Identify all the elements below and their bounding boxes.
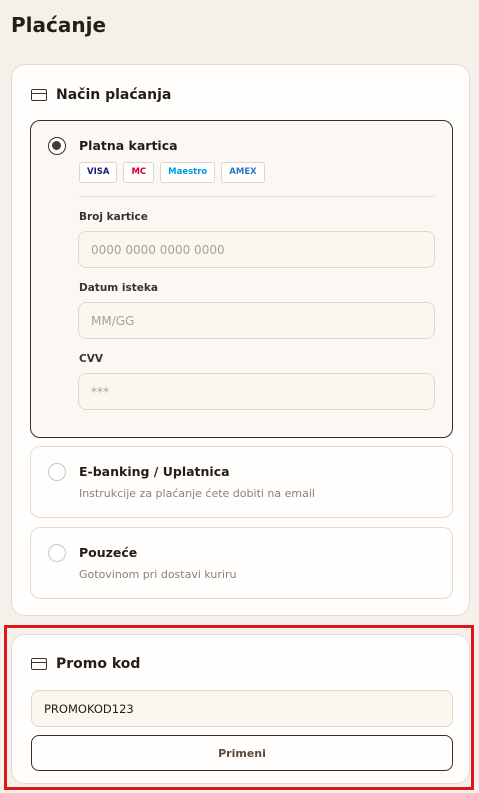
promo-code-input[interactable] [31,690,453,727]
card-number-label: Broj kartice [79,211,148,223]
maestro-badge: Maestro [160,162,216,183]
promo-code-card: Promo kod Primeni [11,634,470,784]
cvv-label: CVV [79,353,103,365]
payment-method-card: Način plaćanja Platna kartica VISA MC Ma… [11,64,470,616]
divider [79,196,435,197]
payment-method-header: Način plaćanja [31,87,171,103]
mastercard-badge: MC [123,162,155,183]
expiry-date-input[interactable] [78,302,435,339]
promo-code-title: Promo kod [56,656,141,672]
credit-card-icon [31,658,47,670]
card-brand-badges: VISA MC Maestro AMEX [79,162,265,183]
page-title: Plaćanje [11,13,107,37]
payment-method-title: Način plaćanja [56,87,172,103]
amex-badge: AMEX [221,162,265,183]
option-cod-title: Pouzeće [79,545,138,560]
credit-card-icon [31,89,47,101]
promo-code-header: Promo kod [31,656,140,672]
payment-option-cod[interactable]: Pouzeće Gotovinom pri dostavi kuriru [30,527,453,599]
payment-option-card[interactable]: Platna kartica VISA MC Maestro AMEX Broj… [30,120,453,438]
radio-card[interactable] [48,137,66,155]
option-ebanking-title: E-banking / Uplatnica [79,464,230,479]
option-cod-description: Gotovinom pri dostavi kuriru [79,568,237,581]
payment-option-ebanking[interactable]: E-banking / Uplatnica Instrukcije za pla… [30,446,453,518]
radio-ebanking[interactable] [48,463,66,481]
option-card-title: Platna kartica [79,138,178,153]
radio-cod[interactable] [48,544,66,562]
expiry-date-label: Datum isteka [79,282,158,294]
visa-badge: VISA [79,162,118,183]
card-number-input[interactable] [78,231,435,268]
checkout-page: Plaćanje Način plaćanja Platna kartica V… [0,0,479,793]
cvv-input[interactable] [78,373,435,410]
apply-promo-button[interactable]: Primeni [31,735,453,771]
option-ebanking-description: Instrukcije za plaćanje ćete dobiti na e… [79,487,315,500]
